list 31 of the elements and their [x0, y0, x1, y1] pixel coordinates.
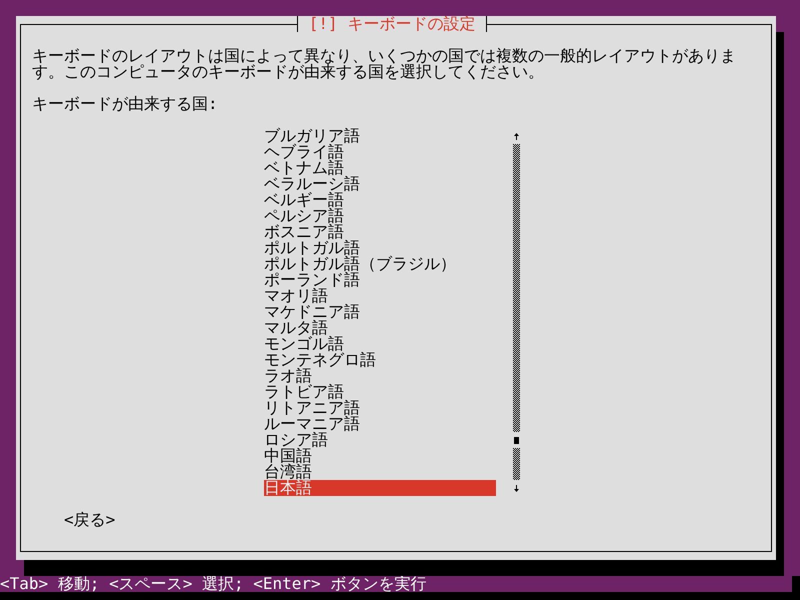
list-item[interactable]: ペルシア語: [264, 208, 496, 224]
list-item[interactable]: ベラルーシ語: [264, 176, 496, 192]
list-item[interactable]: 中国語: [264, 448, 496, 464]
scroll-down-arrow-icon: [514, 484, 518, 492]
list-item[interactable]: ヘブライ語: [264, 144, 496, 160]
scrollbar-thumb: [514, 437, 518, 444]
key-hint-text: <Tab> 移動; <スペース> 選択; <Enter> ボタンを実行: [0, 576, 426, 592]
description-text: キーボードのレイアウトは国によって異なり、いくつかの国では複数の一般的レイアウトがあります。このコンピュータのキーボードが由来する国を選択してください。: [32, 48, 737, 80]
list-item[interactable]: ラトビア語: [264, 384, 496, 400]
list-item[interactable]: ポーランド語: [264, 272, 496, 288]
list-item[interactable]: マオリ語: [264, 288, 496, 304]
prompt-text: キーボードが由来する国:: [32, 96, 218, 112]
list-item[interactable]: リトアニア語: [264, 400, 496, 416]
list-item[interactable]: マケドニア語: [264, 304, 496, 320]
dialog-title: [!] キーボードの設定: [296, 16, 488, 32]
list-item[interactable]: ラオ語: [264, 368, 496, 384]
scroll-up-arrow-icon: [514, 132, 518, 140]
list-item[interactable]: モンゴル語: [264, 336, 496, 352]
back-button[interactable]: <戻る>: [64, 512, 116, 528]
list-item[interactable]: モンテネグロ語: [264, 352, 496, 368]
list-item[interactable]: マルタ語: [264, 320, 496, 336]
list-item[interactable]: ルーマニア語: [264, 416, 496, 432]
list-item[interactable]: 日本語: [264, 480, 496, 496]
list-item[interactable]: 台湾語: [264, 464, 496, 480]
list-item[interactable]: ロシア語: [264, 432, 496, 448]
list-item[interactable]: ポルトガル語: [264, 240, 496, 256]
list-item[interactable]: ブルガリア語: [264, 128, 496, 144]
list-item[interactable]: ベトナム語: [264, 160, 496, 176]
list-item[interactable]: ベルギー語: [264, 192, 496, 208]
list-item[interactable]: ボスニア語: [264, 224, 496, 240]
list-item[interactable]: ポルトガル語（ブラジル）: [264, 256, 496, 272]
